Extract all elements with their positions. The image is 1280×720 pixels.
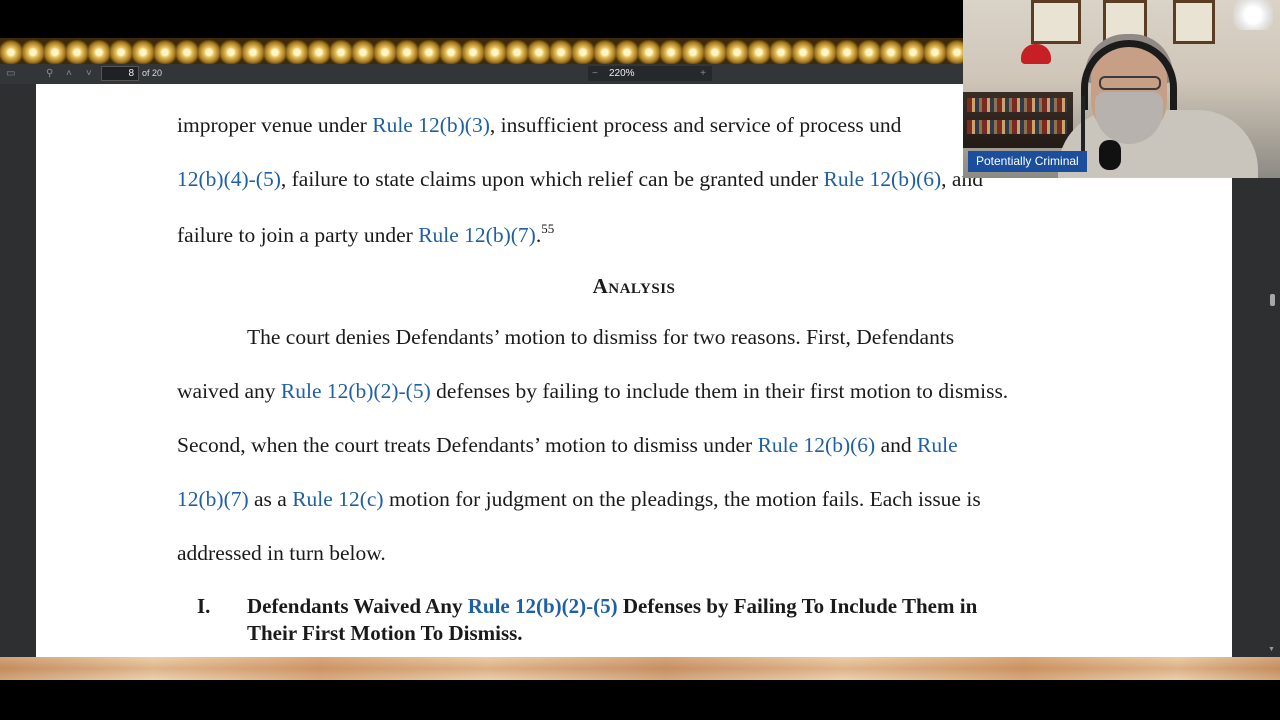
scrollbar-thumb[interactable] bbox=[1270, 294, 1275, 306]
books bbox=[967, 98, 1067, 112]
page-number-input[interactable]: 8 bbox=[101, 66, 139, 81]
text: Defendants Waived Any bbox=[247, 594, 468, 618]
zoom-level[interactable]: 220% bbox=[609, 66, 635, 81]
text-line: improper venue under Rule 12(b)(3), insu… bbox=[177, 113, 901, 138]
letterbox-bottom bbox=[0, 680, 1280, 720]
pdf-toolbar: ▭ ⚲ ˄ ˅ 8 of 20 − 220% + bbox=[0, 64, 963, 84]
rule-link[interactable]: Rule 12(b)(3) bbox=[372, 113, 490, 137]
lamp bbox=[1233, 0, 1273, 30]
text: waived any bbox=[177, 379, 281, 403]
decorative-marble-border bbox=[0, 657, 1280, 680]
text: improper venue under bbox=[177, 113, 373, 137]
text-line: 12(b)(7) as a Rule 12(c) motion for judg… bbox=[177, 487, 981, 512]
rule-link[interactable]: 12(b)(4)-(5) bbox=[177, 167, 281, 191]
text: defenses by failing to include them in t… bbox=[430, 379, 1009, 403]
text: , failure to state claims upon which rel… bbox=[280, 167, 824, 191]
microphone bbox=[1099, 140, 1121, 170]
section-heading: Analysis bbox=[592, 274, 676, 298]
rule-link[interactable]: Rule 12(c) bbox=[292, 487, 383, 511]
sidebar-toggle-icon[interactable]: ▭ bbox=[6, 67, 15, 81]
footnote-marker[interactable]: 55 bbox=[541, 221, 554, 236]
decorative-gold-border bbox=[0, 38, 963, 64]
search-icon[interactable]: ⚲ bbox=[46, 67, 53, 81]
section-title: Defendants Waived Any Rule 12(b)(2)-(5) … bbox=[247, 594, 977, 619]
rule-link[interactable]: Rule 12(b)(2)-(5) bbox=[468, 594, 618, 618]
chevron-down-icon[interactable]: ˅ bbox=[86, 67, 92, 81]
text-line: 12(b)(4)-(5), failure to state claims up… bbox=[177, 167, 983, 192]
text: and bbox=[875, 433, 917, 457]
page-count-label: of 20 bbox=[142, 68, 163, 78]
zoom-control[interactable]: − 220% + bbox=[588, 66, 712, 81]
section-title-line-2: Their First Motion To Dismiss. bbox=[247, 621, 523, 645]
name-tag: Potentially Criminal bbox=[968, 151, 1087, 172]
left-gutter bbox=[0, 84, 36, 657]
text: as a bbox=[248, 487, 293, 511]
webcam-overlay: Potentially Criminal bbox=[963, 0, 1280, 178]
wall-frame bbox=[1173, 0, 1215, 44]
books bbox=[967, 120, 1067, 134]
text: , insufficient process and service of pr… bbox=[489, 113, 902, 137]
text: motion for judgment on the pleadings, th… bbox=[383, 487, 981, 511]
chevron-up-icon[interactable]: ˄ bbox=[66, 67, 72, 81]
text: Defenses by Failing To Include Them in bbox=[617, 594, 978, 618]
text-line: addressed in turn below. bbox=[177, 541, 386, 565]
red-cap bbox=[1021, 44, 1051, 64]
zoom-in-button[interactable]: + bbox=[700, 66, 706, 81]
section-number: I. bbox=[197, 594, 211, 618]
text-line: failure to join a party under Rule 12(b)… bbox=[177, 221, 554, 248]
rule-link[interactable]: Rule bbox=[917, 433, 958, 457]
mic-arm bbox=[1081, 96, 1085, 156]
scroll-down-arrow[interactable]: ▼ bbox=[1268, 646, 1275, 653]
text: Second, when the court treats Defendants… bbox=[177, 433, 758, 457]
rule-link[interactable]: 12(b)(7) bbox=[177, 487, 249, 511]
text-line: Second, when the court treats Defendants… bbox=[177, 433, 958, 458]
rule-link[interactable]: Rule 12(b)(7) bbox=[418, 223, 536, 247]
text-line: The court denies Defendants’ motion to d… bbox=[247, 325, 955, 349]
zoom-out-button[interactable]: − bbox=[592, 66, 598, 81]
rule-link[interactable]: Rule 12(b)(6) bbox=[758, 433, 876, 457]
text-line: waived any Rule 12(b)(2)-(5) defenses by… bbox=[177, 379, 1008, 404]
rule-link[interactable]: Rule 12(b)(6) bbox=[824, 167, 942, 191]
rule-link[interactable]: Rule 12(b)(2)-(5) bbox=[281, 379, 431, 403]
wall-frame bbox=[1031, 0, 1081, 44]
text: failure to join a party under bbox=[177, 223, 419, 247]
